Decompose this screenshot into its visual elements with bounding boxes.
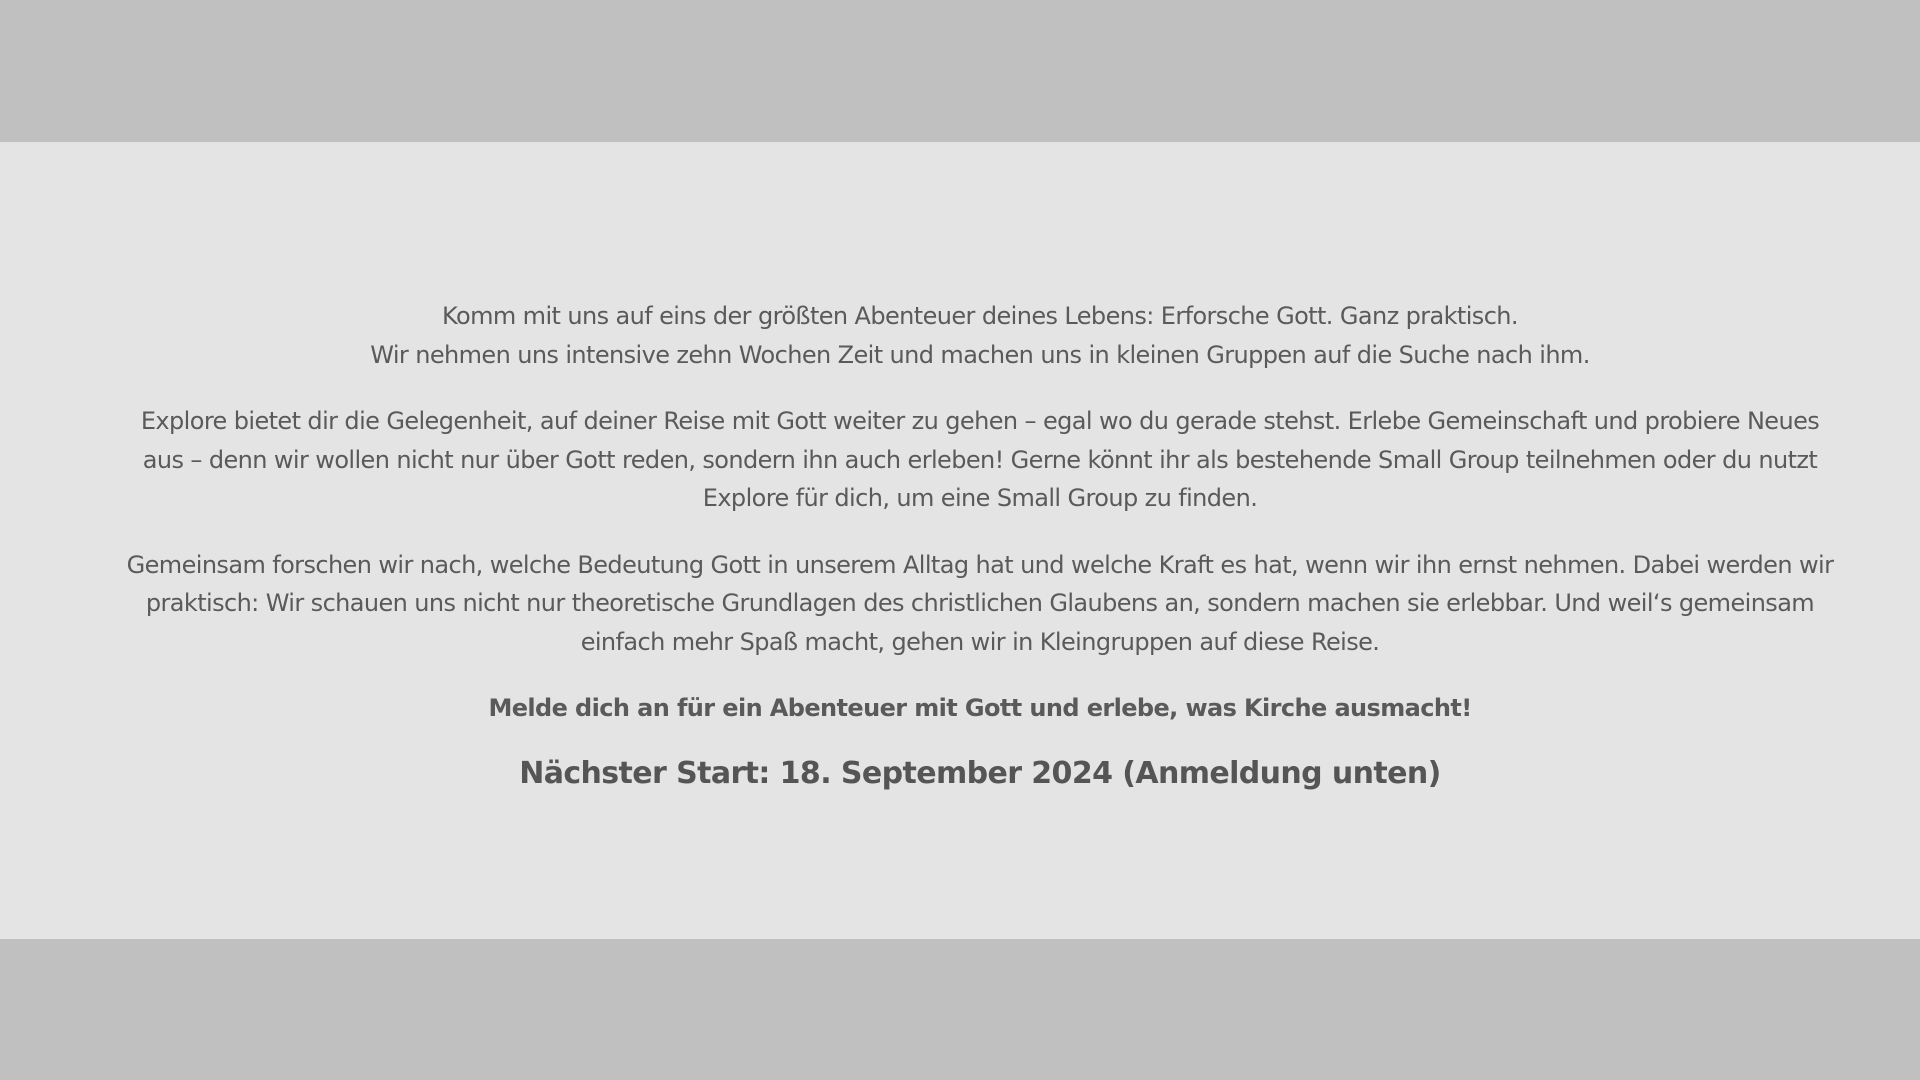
explore-text-block: Komm mit uns auf eins der größten Abente… bbox=[120, 297, 1840, 824]
explore-paragraph: Explore bietet dir die Gelegenheit, auf … bbox=[140, 407, 1820, 512]
intro-line-1: Komm mit uns auf eins der größten Abente… bbox=[442, 302, 1518, 330]
next-start-heading: Nächster Start: 18. September 2024 (Anme… bbox=[519, 755, 1441, 791]
intro-paragraph: Komm mit uns auf eins der größten Abente… bbox=[120, 297, 1840, 374]
intro-line-2: Wir nehmen uns intensive zehn Wochen Zei… bbox=[370, 340, 1590, 369]
top-band bbox=[0, 0, 1920, 142]
call-to-action: Melde dich an für ein Abenteuer mit Gott… bbox=[488, 694, 1472, 722]
content-panel: Komm mit uns auf eins der größten Abente… bbox=[0, 142, 1920, 939]
bottom-band bbox=[0, 939, 1920, 1080]
gemeinsam-paragraph: Gemeinsam forschen wir nach, welche Bede… bbox=[126, 550, 1834, 656]
